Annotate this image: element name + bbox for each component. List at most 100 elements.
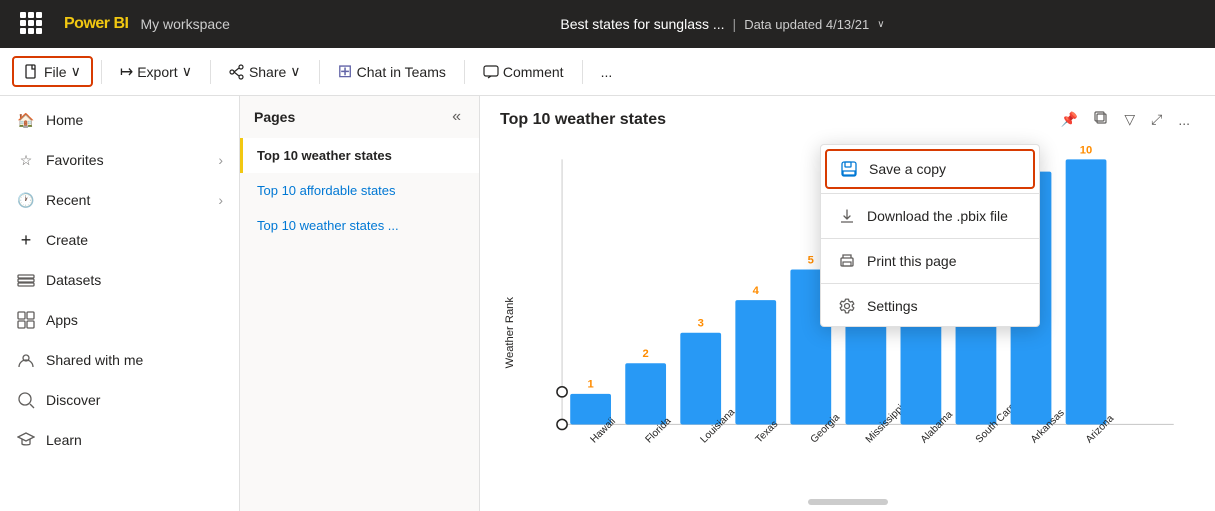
svg-text:5: 5 xyxy=(808,254,814,266)
export-icon: ↦ xyxy=(120,62,133,82)
sidebar-item-learn[interactable]: Learn xyxy=(0,420,239,460)
grid-icon xyxy=(20,12,44,36)
workspace-label[interactable]: My workspace xyxy=(140,16,229,32)
comment-icon xyxy=(483,64,499,80)
sidebar: 🏠 Home ☆ Favorites 🕐 Recent + Create Dat… xyxy=(0,96,240,511)
export-label: Export xyxy=(137,64,177,80)
hamburger-menu-button[interactable] xyxy=(12,8,52,40)
sidebar-label-discover: Discover xyxy=(46,392,100,408)
bar-texas[interactable]: 4 Texas xyxy=(735,285,780,446)
axis-origin-circle xyxy=(557,419,567,429)
expand-chart-button[interactable]: ⤢ xyxy=(1146,108,1167,131)
learn-icon xyxy=(16,430,36,450)
sidebar-nav: 🏠 Home ☆ Favorites 🕐 Recent + Create Dat… xyxy=(0,96,239,464)
page-item-top10-weather-2[interactable]: Top 10 weather states ... xyxy=(240,208,479,243)
share-icon xyxy=(229,64,245,80)
more-options-button[interactable]: ... xyxy=(591,59,623,85)
toolbar-left-group: File ∨ ↦ Export ∨ Share ∨ ⊞ Chat in Team… xyxy=(12,56,622,87)
content-area: Save a copy Download the .pbix file Prin… xyxy=(480,96,1215,511)
dropdown-separator-1 xyxy=(821,193,1039,194)
share-button[interactable]: Share ∨ xyxy=(219,58,311,85)
bar-hawaii[interactable]: 1 Hawaii xyxy=(570,379,618,446)
file-button[interactable]: File ∨ xyxy=(12,56,93,87)
separator: | xyxy=(733,16,737,32)
top-navigation-bar: Power BI My workspace Best states for su… xyxy=(0,0,1215,48)
sidebar-item-favorites[interactable]: ☆ Favorites xyxy=(0,140,239,180)
file-dropdown-menu: Save a copy Download the .pbix file Prin… xyxy=(820,144,1040,327)
pages-panel: Pages « Top 10 weather states Top 10 aff… xyxy=(240,96,480,511)
bar-louisiana[interactable]: 3 Louisiana xyxy=(680,318,737,446)
home-icon: 🏠 xyxy=(16,110,36,130)
file-icon xyxy=(24,64,40,80)
chart-title-row: Top 10 weather states 📌 ▽ ⤢ ... xyxy=(500,108,1195,131)
svg-text:2: 2 xyxy=(643,348,649,360)
create-icon: + xyxy=(16,230,36,250)
scroll-indicator[interactable] xyxy=(808,499,888,505)
pages-header-actions: « xyxy=(448,106,465,128)
dropdown-separator-3 xyxy=(821,283,1039,284)
sidebar-item-home[interactable]: 🏠 Home xyxy=(0,100,239,140)
teams-icon: ⊞ xyxy=(338,61,353,82)
file-chevron-icon: ∨ xyxy=(71,63,81,80)
report-toolbar: File ∨ ↦ Export ∨ Share ∨ ⊞ Chat in Team… xyxy=(0,48,1215,96)
file-menu-save-copy[interactable]: Save a copy xyxy=(825,149,1035,189)
pages-title: Pages xyxy=(254,109,295,125)
discover-icon xyxy=(16,390,36,410)
comment-button[interactable]: Comment xyxy=(473,59,574,85)
svg-text:10: 10 xyxy=(1080,144,1092,156)
chat-in-teams-button[interactable]: ⊞ Chat in Teams xyxy=(328,56,456,87)
app-logo: Power BI xyxy=(64,15,128,33)
apps-icon xyxy=(16,310,36,330)
favorites-icon: ☆ xyxy=(16,150,36,170)
print-icon xyxy=(837,251,857,271)
export-button[interactable]: ↦ Export ∨ xyxy=(110,57,202,87)
ellipsis-icon: ... xyxy=(601,64,613,80)
print-page-label: Print this page xyxy=(867,253,957,269)
page-item-top10-affordable[interactable]: Top 10 affordable states xyxy=(240,173,479,208)
filter-chart-button[interactable]: ▽ xyxy=(1119,108,1140,131)
bar-florida[interactable]: 2 Florida xyxy=(625,348,673,445)
toolbar-sep-4 xyxy=(464,60,465,84)
sidebar-item-create[interactable]: + Create xyxy=(0,220,239,260)
main-layout: 🏠 Home ☆ Favorites 🕐 Recent + Create Dat… xyxy=(0,96,1215,511)
download-pbix-label: Download the .pbix file xyxy=(867,208,1008,224)
chart-title: Top 10 weather states xyxy=(500,111,666,129)
sidebar-item-recent[interactable]: 🕐 Recent xyxy=(0,180,239,220)
data-updated-label: Data updated 4/13/21 xyxy=(744,17,869,32)
duplicate-chart-button[interactable] xyxy=(1089,108,1113,131)
file-menu-settings[interactable]: Settings xyxy=(821,286,1039,326)
export-chevron-icon: ∨ xyxy=(182,63,192,80)
dropdown-separator-2 xyxy=(821,238,1039,239)
sidebar-item-shared-with-me[interactable]: Shared with me xyxy=(0,340,239,380)
sidebar-label-favorites: Favorites xyxy=(46,152,104,168)
pages-collapse-button[interactable]: « xyxy=(448,106,465,128)
toolbar-sep-2 xyxy=(210,60,211,84)
title-chevron-icon[interactable]: ∨ xyxy=(877,19,884,30)
y-axis-label: Weather Rank xyxy=(504,297,516,369)
sidebar-item-discover[interactable]: Discover xyxy=(0,380,239,420)
sidebar-label-create: Create xyxy=(46,232,88,248)
save-copy-label: Save a copy xyxy=(869,161,946,177)
sidebar-item-datasets[interactable]: Datasets xyxy=(0,260,239,300)
axis-upper-circle xyxy=(557,387,567,397)
share-label: Share xyxy=(249,64,286,80)
shared-with-me-icon xyxy=(16,350,36,370)
download-icon xyxy=(837,206,857,226)
svg-text:1: 1 xyxy=(587,379,593,391)
page-item-top10-weather[interactable]: Top 10 weather states xyxy=(240,138,479,173)
chart-action-buttons: 📌 ▽ ⤢ ... xyxy=(1056,108,1195,131)
file-menu-print[interactable]: Print this page xyxy=(821,241,1039,281)
bar-arizona[interactable]: 10 Arizona xyxy=(1066,144,1117,445)
sidebar-label-learn: Learn xyxy=(46,432,82,448)
more-chart-options-button[interactable]: ... xyxy=(1173,108,1195,131)
sidebar-item-apps[interactable]: Apps xyxy=(0,300,239,340)
settings-label: Settings xyxy=(867,298,918,314)
file-menu-download-pbix[interactable]: Download the .pbix file xyxy=(821,196,1039,236)
svg-text:3: 3 xyxy=(698,318,704,330)
comment-label: Comment xyxy=(503,64,564,80)
sidebar-label-shared-with-me: Shared with me xyxy=(46,352,143,368)
save-copy-icon xyxy=(839,159,859,179)
pin-chart-button[interactable]: 📌 xyxy=(1056,108,1083,131)
sidebar-label-datasets: Datasets xyxy=(46,272,101,288)
report-title-area: Best states for sunglass ... | Data upda… xyxy=(242,16,1203,32)
